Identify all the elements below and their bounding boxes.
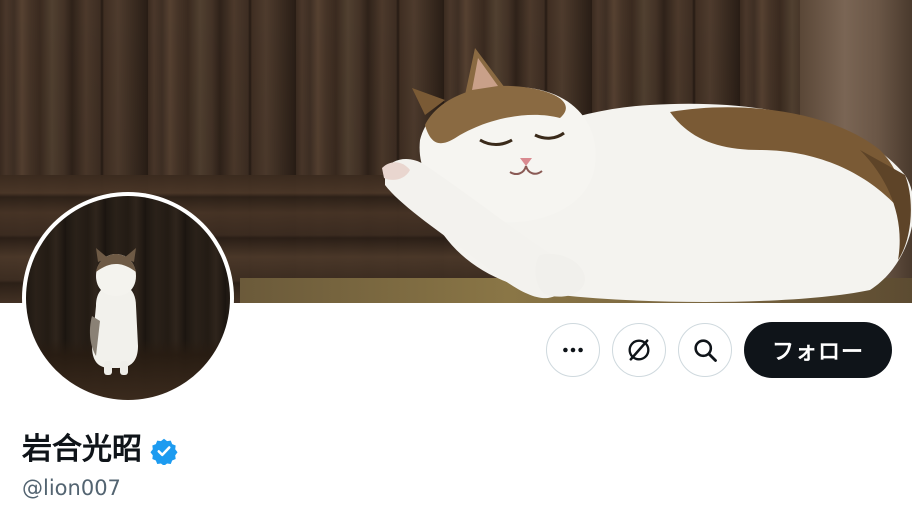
display-name: 岩合光昭	[22, 432, 142, 467]
more-horizontal-icon	[563, 347, 583, 353]
profile-actions: フォロー	[545, 322, 892, 378]
avatar-photo	[26, 196, 230, 400]
grok-icon	[628, 339, 650, 361]
search-icon	[694, 339, 717, 362]
profile-page: フォロー 岩合光昭 @lion007	[0, 0, 912, 513]
verified-badge-icon[interactable]	[150, 437, 178, 465]
standing-cat-illustration	[89, 248, 138, 375]
search-button[interactable]	[677, 323, 732, 377]
more-button[interactable]	[545, 323, 600, 377]
profile-avatar[interactable]	[22, 192, 234, 404]
user-handle: @lion007	[22, 476, 121, 500]
follow-button[interactable]: フォロー	[743, 322, 892, 378]
grok-button[interactable]	[611, 323, 666, 377]
profile-name-row: 岩合光昭	[22, 430, 178, 470]
